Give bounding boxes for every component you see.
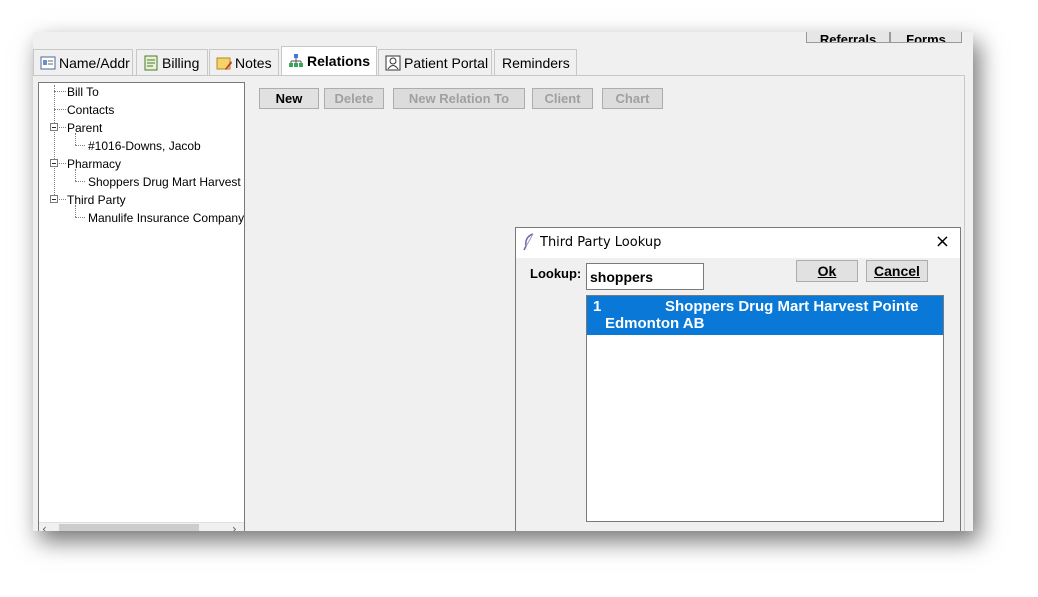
patient-window: Referrals Forms Name/Addr Billing Notes … bbox=[33, 32, 973, 531]
tree-connector bbox=[75, 181, 85, 182]
address-card-icon bbox=[40, 55, 56, 71]
scroll-right-icon[interactable]: › bbox=[232, 522, 237, 531]
tree-connector bbox=[59, 163, 66, 164]
scrollbar-thumb[interactable] bbox=[59, 524, 199, 531]
cancel-button-label: Cancel bbox=[874, 263, 920, 279]
tab-bar: Name/Addr Billing Notes Relations Patien… bbox=[33, 46, 973, 75]
tree-connector bbox=[59, 199, 66, 200]
portal-icon bbox=[385, 55, 401, 71]
tab-reminders-label: Reminders bbox=[502, 54, 570, 71]
notes-icon bbox=[216, 55, 232, 71]
tab-patient-portal[interactable]: Patient Portal bbox=[378, 49, 492, 75]
tab-relations[interactable]: Relations bbox=[281, 46, 377, 75]
tab-relations-label: Relations bbox=[307, 53, 371, 69]
feather-icon bbox=[522, 233, 536, 251]
list-item[interactable]: 1 Shoppers Drug Mart Harvest Pointe Edmo… bbox=[587, 296, 943, 335]
scroll-left-icon[interactable]: ‹ bbox=[42, 522, 47, 531]
collapse-third-party-toggle[interactable] bbox=[50, 195, 58, 203]
result-number: 1 bbox=[593, 298, 602, 315]
ok-button-label: Ok bbox=[817, 263, 837, 279]
forms-button[interactable]: Forms bbox=[890, 32, 962, 43]
tab-notes-label: Notes bbox=[235, 54, 272, 71]
tree-item-third-party-child[interactable]: Manulife Insurance Company bbox=[88, 211, 244, 225]
tab-name-addr-label: Name/Addr bbox=[59, 54, 130, 71]
ok-button[interactable]: Ok bbox=[796, 260, 858, 282]
tree-guide-line bbox=[54, 85, 55, 201]
lookup-label: Lookup: bbox=[530, 266, 582, 281]
lookup-input[interactable] bbox=[586, 263, 704, 290]
result-name: Shoppers Drug Mart Harvest Pointe bbox=[665, 298, 919, 315]
client-button[interactable]: Client bbox=[532, 88, 593, 109]
tree-item-pharmacy-child[interactable]: Shoppers Drug Mart Harvest bbox=[88, 175, 241, 189]
tree-item-parent-child[interactable]: #1016-Downs, Jacob bbox=[88, 139, 201, 153]
third-party-lookup-dialog: Third Party Lookup × Lookup: Ok Cancel 1… bbox=[515, 227, 961, 531]
billing-icon bbox=[143, 55, 159, 71]
new-button[interactable]: New bbox=[259, 88, 319, 109]
tree-connector bbox=[59, 127, 66, 128]
tree-item-parent[interactable]: Parent bbox=[67, 121, 102, 135]
tab-patient-portal-label: Patient Portal bbox=[404, 54, 489, 71]
referrals-button[interactable]: Referrals bbox=[806, 32, 890, 43]
tab-name-addr[interactable]: Name/Addr bbox=[33, 49, 133, 75]
tree-connector bbox=[75, 217, 85, 218]
tree-horizontal-scrollbar[interactable]: ‹ › bbox=[39, 522, 244, 531]
tab-billing[interactable]: Billing bbox=[136, 49, 208, 75]
lookup-results-list[interactable]: 1 Shoppers Drug Mart Harvest Pointe Edmo… bbox=[586, 295, 944, 522]
tree-item-pharmacy[interactable]: Pharmacy bbox=[67, 157, 121, 171]
chart-button[interactable]: Chart bbox=[602, 88, 663, 109]
tree-item-third-party[interactable]: Third Party bbox=[67, 193, 126, 207]
tree-item-bill-to[interactable]: Bill To bbox=[67, 85, 99, 99]
dialog-title-bar[interactable]: Third Party Lookup × bbox=[516, 228, 960, 258]
tree-connector bbox=[54, 91, 66, 92]
delete-button[interactable]: Delete bbox=[324, 88, 384, 109]
new-relation-to-button[interactable]: New Relation To bbox=[393, 88, 525, 109]
collapse-parent-toggle[interactable] bbox=[50, 123, 58, 131]
result-location: Edmonton AB bbox=[605, 315, 705, 332]
tree-connector bbox=[54, 109, 66, 110]
collapse-pharmacy-toggle[interactable] bbox=[50, 159, 58, 167]
tree-connector bbox=[75, 145, 85, 146]
relations-icon bbox=[288, 53, 304, 69]
tab-billing-label: Billing bbox=[162, 54, 200, 71]
relations-tree[interactable]: Bill To Contacts Parent #1016-Downs, Jac… bbox=[38, 82, 245, 531]
cancel-button[interactable]: Cancel bbox=[866, 260, 928, 282]
tab-notes[interactable]: Notes bbox=[209, 49, 279, 75]
tab-reminders[interactable]: Reminders bbox=[494, 49, 577, 75]
tree-item-contacts[interactable]: Contacts bbox=[67, 103, 114, 117]
close-icon[interactable]: × bbox=[935, 231, 950, 252]
dialog-title: Third Party Lookup bbox=[540, 235, 662, 250]
